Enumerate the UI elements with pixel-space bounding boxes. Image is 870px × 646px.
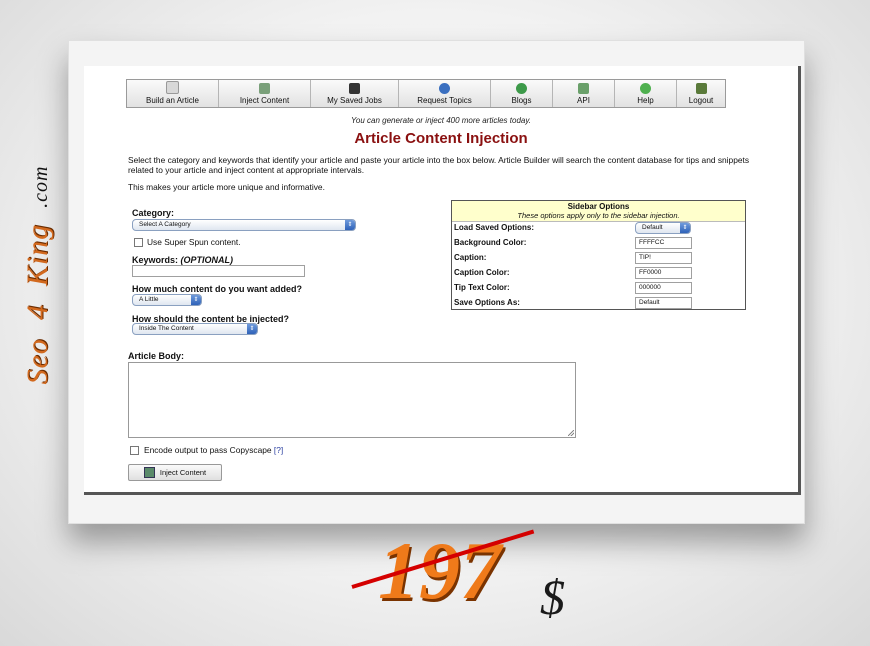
brand-logo: Seo 4 King .com [21,165,55,384]
nav-label: Help [637,96,654,105]
category-select[interactable]: Select A Category ⇕ [132,219,356,231]
nav-help[interactable]: Help [615,80,677,107]
article-body-label: Article Body: [128,351,185,361]
article-body-textarea[interactable] [128,362,576,438]
top-nav: Build an Article Inject Content My Saved… [126,79,726,108]
nav-logout[interactable]: Logout [677,80,725,107]
nav-saved-jobs[interactable]: My Saved Jobs [311,80,399,107]
app-screen: Build an Article Inject Content My Saved… [84,66,801,495]
resize-grip-icon[interactable] [568,430,574,436]
nav-api[interactable]: API [553,80,615,107]
category-label: Category: [132,208,175,218]
nav-label: Inject Content [239,96,290,105]
caption-label: Caption: [454,253,487,262]
bg-color-label: Background Color: [454,238,527,247]
select-arrows-icon: ⇕ [247,324,257,334]
nav-label: Logout [688,96,714,105]
load-options-value: Default [642,224,663,231]
save-as-input[interactable]: Default [635,297,692,309]
keywords-label-text: Keywords: [132,255,179,265]
encode-checkbox[interactable] [130,446,139,455]
keywords-label: Keywords: (OPTIONAL) [132,255,233,265]
nav-label: Request Topics [417,96,472,105]
page-description-2: This makes your article more unique and … [128,182,325,192]
document-icon [166,81,179,94]
save-as-label: Save Options As: [454,298,520,307]
api-icon [578,83,589,94]
superspun-label: Use Super Spun content. [147,237,241,247]
keywords-optional: (OPTIONAL) [180,255,234,265]
page-title: Article Content Injection [354,130,528,147]
brand-com: .com [30,165,52,208]
load-options-label: Load Saved Options: [454,223,535,232]
keywords-input[interactable] [132,265,305,277]
help-icon [640,83,651,94]
currency-symbol: $ [540,569,565,625]
encode-help-link[interactable]: [?] [274,445,283,455]
load-options-select[interactable]: Default ⇕ [635,222,691,234]
encode-label-text: Encode output to pass Copyscape [144,445,272,455]
inject-icon [143,467,155,478]
brand-4: 4 [21,304,54,321]
nav-label: API [577,96,590,105]
amount-select-value: A Little [139,296,159,303]
nav-label: My Saved Jobs [327,96,382,105]
nav-request-topics[interactable]: Request Topics [399,80,491,107]
encode-label: Encode output to pass Copyscape [?] [144,445,283,455]
category-select-value: Select A Category [139,221,191,228]
nav-label: Build an Article [146,96,199,105]
nav-blogs[interactable]: Blogs [491,80,553,107]
info-icon [439,83,450,94]
globe-icon [516,83,527,94]
nav-build-article[interactable]: Build an Article [127,80,219,107]
logout-icon [695,83,707,94]
bg-color-input[interactable]: FFFFCC [635,237,692,249]
position-select-value: Inside The Content [139,325,194,332]
brand-king: King [21,223,54,287]
sidebar-options-header: Sidebar Options These options apply only… [452,201,745,222]
select-arrows-icon: ⇕ [680,223,690,233]
disk-icon [349,83,360,94]
inject-icon [259,83,270,94]
usage-notice: You can generate or inject 400 more arti… [351,116,531,125]
inject-content-button[interactable]: Inject Content [128,464,222,481]
amount-label: How much content do you want added? [132,284,302,294]
position-select[interactable]: Inside The Content ⇕ [132,323,258,335]
tip-color-input[interactable]: 000000 [635,282,692,294]
caption-input[interactable]: TIP! [635,252,692,264]
superspun-checkbox[interactable] [134,238,143,247]
sidebar-options-subtitle: These options apply only to the sidebar … [517,211,680,220]
caption-color-label: Caption Color: [454,268,510,277]
amount-select[interactable]: A Little ⇕ [132,294,202,306]
sidebar-options-panel: Sidebar Options These options apply only… [451,200,746,310]
select-arrows-icon: ⇕ [191,295,201,305]
tip-color-label: Tip Text Color: [454,283,510,292]
select-arrows-icon: ⇕ [345,220,355,230]
nav-inject-content[interactable]: Inject Content [219,80,311,107]
page-description: Select the category and keywords that id… [128,155,750,175]
nav-label: Blogs [511,96,532,105]
brand-seo: Seo [21,338,54,385]
sidebar-options-title: Sidebar Options [567,202,630,211]
caption-color-input[interactable]: FF0000 [635,267,692,279]
inject-content-button-label: Inject Content [159,468,207,477]
